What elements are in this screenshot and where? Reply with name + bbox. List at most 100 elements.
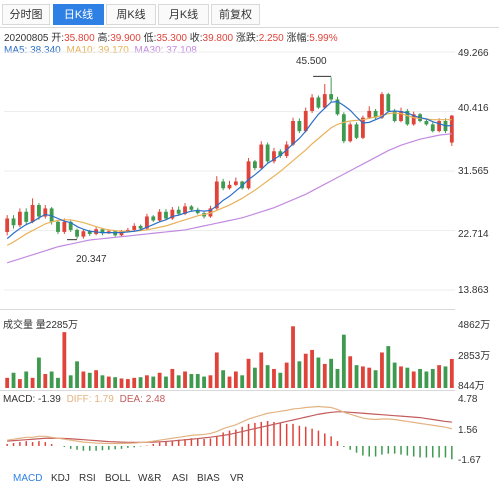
volume-bar <box>81 371 86 388</box>
volume-bar <box>106 376 111 388</box>
volume-bar <box>348 356 353 388</box>
volume-bar <box>430 368 435 388</box>
volume-bar <box>145 375 149 388</box>
volume-bar <box>405 367 410 388</box>
volume-bar <box>157 372 162 388</box>
volume-bar <box>329 358 334 388</box>
volume-bar <box>360 366 365 388</box>
tab-boll[interactable]: BOLL <box>105 473 131 484</box>
candle-body <box>437 121 442 132</box>
volume-bar <box>411 371 416 388</box>
volume-bar <box>259 352 264 388</box>
volume-bar <box>62 332 67 388</box>
volume-bar <box>265 365 270 388</box>
candle-body <box>30 205 35 222</box>
volume-bar <box>449 358 454 388</box>
volume-bar <box>189 374 194 388</box>
volume-bar <box>183 371 187 388</box>
volume-bar <box>125 379 130 388</box>
volume-bar <box>354 365 359 388</box>
candle-body <box>316 97 321 108</box>
volume-bar <box>151 376 156 388</box>
tab-vr[interactable]: VR <box>230 473 244 484</box>
volume-bar <box>233 371 238 388</box>
candle-body <box>62 221 67 232</box>
volume-bar <box>386 346 391 388</box>
volume-bar <box>24 371 29 388</box>
volume-bar <box>424 371 429 388</box>
tab-bias[interactable]: BIAS <box>197 473 220 484</box>
candle-body <box>81 231 86 237</box>
indicator-tabs: MACD KDJ RSI BOLL W&R ASI BIAS VR <box>0 468 499 492</box>
candle-body <box>221 181 226 189</box>
volume-bar <box>284 362 289 388</box>
candle-body <box>113 231 118 236</box>
candle-body <box>348 124 353 142</box>
volume-bar <box>68 375 73 388</box>
ma10-line <box>6 112 452 246</box>
volume-bar <box>202 376 206 388</box>
tab-wr[interactable]: W&R <box>138 473 161 484</box>
volume-bar <box>49 371 54 388</box>
volume-bar <box>297 361 302 388</box>
candle-body <box>189 206 194 210</box>
candle-body <box>322 94 327 108</box>
candle-body <box>253 161 257 169</box>
candle-body <box>341 114 346 142</box>
tab-rsi[interactable]: RSI <box>79 473 96 484</box>
volume-bar <box>227 376 232 388</box>
candle-body <box>233 181 238 185</box>
candle-body <box>297 121 302 132</box>
volume-bar <box>399 366 403 388</box>
volume-bar <box>11 372 16 388</box>
candle-body <box>164 211 168 219</box>
candle-body <box>259 144 264 169</box>
volume-bar <box>94 370 99 388</box>
candle-body <box>75 229 79 237</box>
candle-body <box>424 121 429 125</box>
candle-body <box>56 221 60 232</box>
volume-bar <box>335 368 340 388</box>
candle-body <box>176 209 181 214</box>
volume-bar <box>291 326 295 388</box>
candle-body <box>17 211 22 226</box>
volume-bar <box>75 361 79 388</box>
volume-bar <box>43 374 48 388</box>
volume-bar <box>37 357 41 388</box>
volume-bar <box>278 372 283 388</box>
candle-body <box>157 211 162 221</box>
volume-bar <box>87 372 92 388</box>
candle-body <box>291 121 295 145</box>
volume-bar <box>176 375 181 388</box>
volume-bar <box>56 377 60 388</box>
volume-bar <box>341 334 346 388</box>
volume-bar <box>246 358 251 388</box>
volume-bar <box>272 368 276 388</box>
volume-bar <box>373 370 378 388</box>
candle-body <box>354 124 359 138</box>
volume-bar <box>195 374 200 388</box>
candle-body <box>430 124 435 132</box>
ma30-line <box>6 133 452 264</box>
volume-bar <box>138 377 143 388</box>
volume-bar <box>30 377 35 388</box>
stock-chart <box>4 51 455 460</box>
candle-body <box>310 97 314 111</box>
candle-body <box>265 144 270 162</box>
volume-bar <box>170 368 175 388</box>
volume-bar <box>380 352 384 388</box>
tab-macd[interactable]: MACD <box>13 473 42 484</box>
tab-kdj[interactable]: KDJ <box>51 473 70 484</box>
volume-bar <box>221 370 226 388</box>
candle-body <box>329 94 334 100</box>
tab-asi[interactable]: ASI <box>172 473 188 484</box>
candle-body <box>303 110 308 132</box>
volume-bar <box>392 362 397 388</box>
volume-bar <box>418 368 422 388</box>
candle-body <box>227 184 232 189</box>
volume-bar <box>208 375 213 388</box>
volume-bar <box>240 375 245 388</box>
candle-body <box>5 218 10 232</box>
candle-body <box>11 218 16 226</box>
volume-bar <box>310 349 314 388</box>
